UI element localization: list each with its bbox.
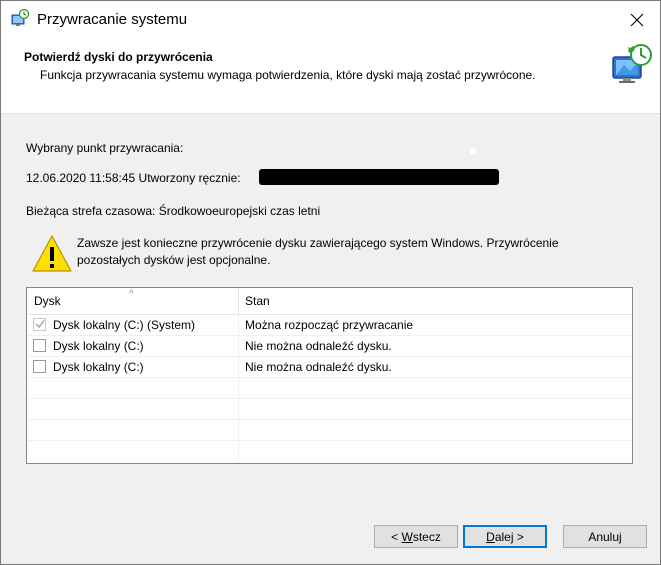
system-restore-window: Przywracanie systemu Potwierdź dyski do … — [0, 0, 661, 565]
empty-row — [27, 378, 632, 399]
disk-checkbox[interactable] — [33, 339, 46, 352]
disk-name: Dysk lokalny (C:) — [53, 339, 144, 353]
header-panel: Potwierdź dyski do przywrócenia Funkcja … — [1, 39, 660, 114]
column-header-status[interactable]: Stan — [239, 288, 632, 314]
system-restore-icon — [612, 44, 652, 83]
warning-icon — [32, 235, 72, 272]
disk-status: Można rozpocząć przywracanie — [245, 318, 414, 332]
disk-status: Nie można odnaleźć dysku. — [245, 360, 392, 374]
empty-row — [27, 441, 632, 461]
table-row[interactable]: Dysk lokalny (C:) Nie można odnaleźć dys… — [27, 357, 632, 378]
window-title: Przywracanie systemu — [37, 11, 188, 28]
checkmark-icon — [35, 320, 45, 329]
disk-name: Dysk lokalny (C:) — [53, 360, 144, 374]
content-area: Wybrany punkt przywracania: 12.06.2020 1… — [1, 114, 660, 508]
warning-text: Zawsze jest konieczne przywrócenie dysku… — [77, 236, 559, 267]
button-bar: < Wstecz Dalej > Anuluj — [1, 508, 660, 564]
close-button[interactable] — [614, 1, 660, 39]
empty-row — [27, 420, 632, 441]
cancel-button[interactable]: Anuluj — [563, 525, 647, 548]
disk-checkbox[interactable] — [33, 360, 46, 373]
page-subtitle: Funkcja przywracania systemu wymaga potw… — [40, 68, 536, 82]
restore-point-value: 12.06.2020 11:58:45 Utworzony ręcznie: — [26, 171, 241, 185]
table-row[interactable]: Dysk lokalny (C:) (System) Można rozpocz… — [27, 315, 632, 336]
next-button[interactable]: Dalej > — [463, 525, 547, 548]
disk-checkbox[interactable] — [33, 318, 46, 331]
back-button[interactable]: < Wstecz — [374, 525, 458, 548]
column-header-disk[interactable]: Dysk ^ — [27, 288, 239, 314]
timezone-text: Bieżąca strefa czasowa: Środkowoeuropejs… — [26, 204, 321, 218]
empty-row — [27, 399, 632, 420]
title-bar[interactable]: Przywracanie systemu — [1, 1, 660, 39]
disk-status: Nie można odnaleźć dysku. — [245, 339, 392, 353]
page-title: Potwierdź dyski do przywrócenia — [24, 50, 213, 64]
close-icon — [630, 13, 644, 27]
disk-name: Dysk lokalny (C:) (System) — [53, 318, 196, 332]
system-restore-icon — [11, 9, 30, 26]
restore-point-label: Wybrany punkt przywracania: — [26, 141, 184, 155]
artifact-dot — [469, 148, 476, 155]
disk-list[interactable]: Dysk ^ Stan Dysk lokalny (C:) (System) M… — [26, 287, 633, 464]
list-header: Dysk ^ Stan — [27, 288, 632, 315]
sort-arrow-icon: ^ — [129, 289, 134, 300]
redacted-description — [259, 169, 499, 185]
table-row[interactable]: Dysk lokalny (C:) Nie można odnaleźć dys… — [27, 336, 632, 357]
